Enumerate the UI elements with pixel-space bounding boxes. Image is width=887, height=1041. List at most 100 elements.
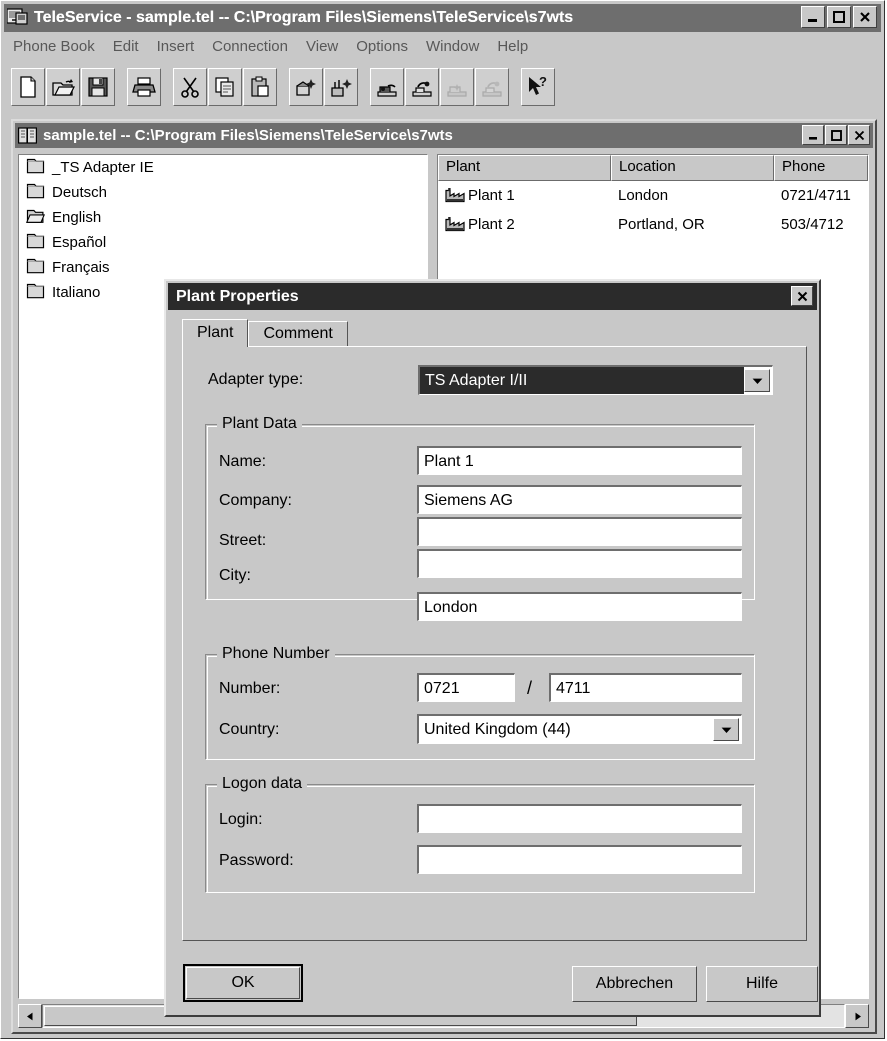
company-field-line2[interactable] [417,517,742,546]
phone-number-groupbox: Phone Number Number: 0721 / 4711 Country… [205,645,755,760]
table-row[interactable]: Plant 1 London 0721/4711 [438,181,868,210]
cell-plant: Plant 1 [438,185,611,207]
application-titlebar[interactable]: TeleService - sample.tel -- C:\Program F… [4,4,881,32]
company-field[interactable]: Siemens AG [417,485,742,514]
country-combo[interactable]: United Kingdom (44) [417,714,742,744]
help-button-label: Hilfe [745,975,778,992]
cell-plant-text: Plant 2 [468,216,515,233]
tab-comment[interactable]: Comment [248,321,348,346]
folder-closed-icon [26,157,45,179]
number-label: Number: [219,680,281,697]
city-label: City: [219,567,251,584]
dialog-titlebar[interactable]: Plant Properties [168,283,817,310]
tree-item-ts-adapter-ie[interactable]: _TS Adapter IE [19,155,427,180]
dialog-tabstrip: Plant Comment [182,319,807,347]
menu-item-options[interactable]: Options [347,36,417,57]
area-code-field[interactable]: 0721 [417,673,515,702]
toolbar: ? [4,61,881,113]
new-icon[interactable] [11,68,45,106]
dialog-tab-page-plant: Adapter type: TS Adapter I/II Plant Data… [182,346,807,941]
phone-book-icon [18,127,37,144]
mdi-titlebar[interactable]: sample.tel -- C:\Program Files\Siemens\T… [15,123,873,148]
column-header-location[interactable]: Location [611,155,774,181]
tab-plant[interactable]: Plant [182,319,249,347]
tree-item-deutsch[interactable]: Deutsch [19,180,427,205]
area-code-value: 0721 [424,680,460,697]
folder-closed-icon [26,282,45,304]
menu-item-phone-book[interactable]: Phone Book [4,36,104,57]
menu-item-view[interactable]: View [297,36,347,57]
context-help-icon[interactable]: ? [521,68,555,106]
login-field[interactable] [417,804,742,833]
name-field[interactable]: Plant 1 [417,446,742,475]
close-button[interactable] [853,6,877,28]
city-field[interactable]: London [417,592,742,621]
cell-phone: 0721/4711 [781,187,851,204]
tree-item-label: English [52,209,102,226]
application-window-buttons [801,6,877,28]
plant-properties-dialog: Plant Properties Plant Comment Adapter t… [164,279,821,1017]
tree-item-english[interactable]: English [19,205,427,230]
dialog-close-button[interactable] [791,286,813,306]
chevron-down-icon[interactable] [713,718,739,741]
dialog-title: Plant Properties [176,287,299,305]
maximize-button[interactable] [827,6,851,28]
print-icon[interactable] [127,68,161,106]
menu-item-insert[interactable]: Insert [148,36,204,57]
table-row[interactable]: Plant 2 Portland, OR 503/4712 [438,210,868,239]
open-folder-icon[interactable] [46,68,80,106]
mdi-maximize-button[interactable] [825,125,847,145]
chevron-down-icon[interactable] [744,369,770,392]
mdi-close-button[interactable] [848,125,870,145]
plant-data-groupbox: Plant Data Name: Plant 1 Company: Siemen… [205,415,755,600]
password-field[interactable] [417,845,742,874]
menu-item-help[interactable]: Help [488,36,537,57]
ok-button[interactable]: OK [183,964,303,1002]
tree-item-espanol[interactable]: Español [19,230,427,255]
ok-button-label: OK [231,974,255,991]
menu-item-window[interactable]: Window [417,36,488,57]
street-field[interactable] [417,549,742,578]
copy-icon[interactable] [208,68,242,106]
teleservice-app-icon [6,7,28,29]
street-label: Street: [219,532,267,549]
mdi-minimize-button[interactable] [802,125,824,145]
folder-closed-icon [26,257,45,279]
column-header-phone[interactable]: Phone [774,155,868,181]
application-title: TeleService - sample.tel -- C:\Program F… [34,9,574,26]
logon-data-groupbox: Logon data Login: Password: [205,775,755,893]
tree-item-label: Italiano [52,284,101,301]
logon-data-title: Logon data [217,775,308,793]
adapter-type-combo[interactable]: TS Adapter I/II [418,365,773,395]
connect-disabled-icon [440,68,474,106]
tree-item-label: _TS Adapter IE [52,159,154,176]
adapter-type-value: TS Adapter I/II [420,367,744,394]
country-value: United Kingdom (44) [424,720,571,738]
country-label: Country: [219,721,280,738]
help-button[interactable]: Hilfe [706,966,818,1002]
menu-item-connection[interactable]: Connection [203,36,297,57]
cancel-button[interactable]: Abbrechen [572,966,697,1002]
column-header-plant[interactable]: Plant [438,155,611,181]
new-plant-icon[interactable] [289,68,323,106]
connect-icon[interactable] [370,68,404,106]
save-floppy-icon[interactable] [81,68,115,106]
tree-item-label: Français [52,259,110,276]
cell-plant-text: Plant 1 [468,187,515,204]
name-label: Name: [219,453,267,470]
scroll-left-arrow-icon[interactable] [18,1004,42,1028]
phone-separator: / [527,678,533,698]
subscriber-number-field[interactable]: 4711 [549,673,742,702]
paste-icon[interactable] [243,68,277,106]
cell-plant: Plant 2 [438,214,611,236]
login-label: Login: [219,811,263,828]
new-connection-icon[interactable] [324,68,358,106]
tree-item-francais[interactable]: Français [19,255,427,280]
disconnect-icon[interactable] [405,68,439,106]
scroll-right-arrow-icon[interactable] [845,1004,869,1028]
subscriber-number-value: 4711 [556,680,591,697]
cut-scissors-icon[interactable] [173,68,207,106]
minimize-button[interactable] [801,6,825,28]
menu-item-edit[interactable]: Edit [104,36,148,57]
factory-icon [445,185,465,207]
